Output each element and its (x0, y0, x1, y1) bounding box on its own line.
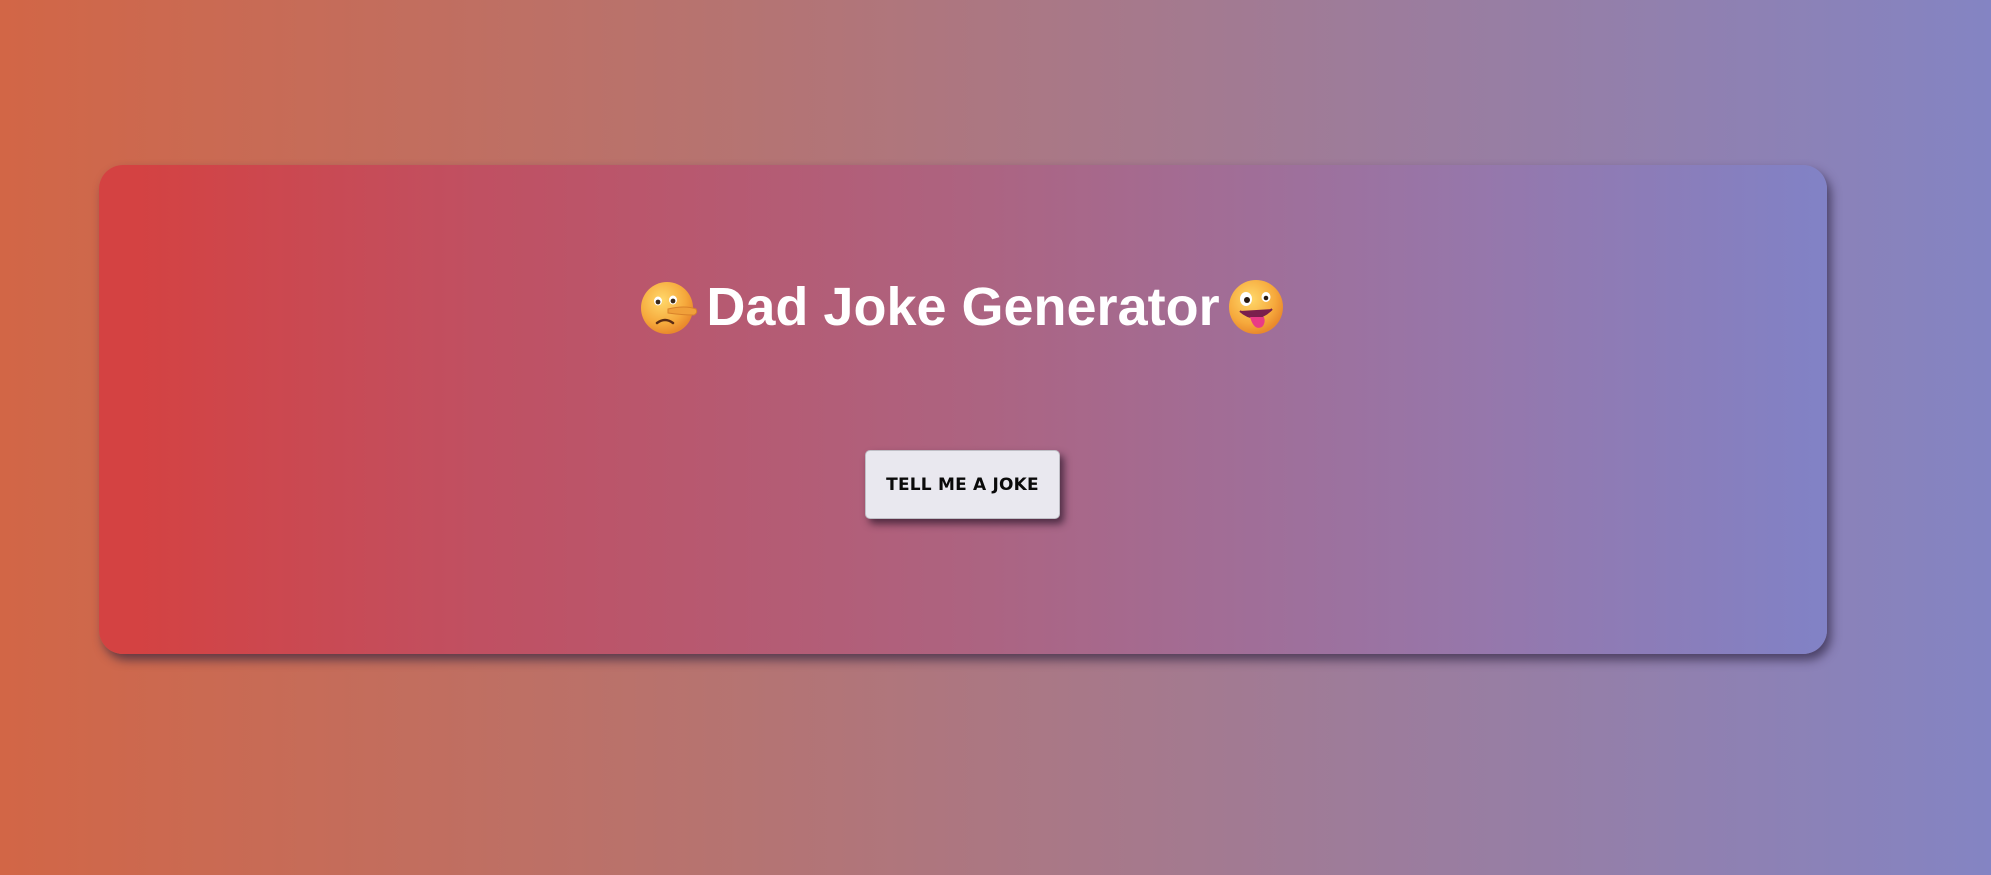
lying-face-icon (640, 277, 700, 337)
joke-card: Dad Joke Generator TELL ME A JOKE (99, 165, 1827, 654)
tell-joke-button[interactable]: TELL ME A JOKE (865, 450, 1060, 519)
title-row: Dad Joke Generator (99, 275, 1827, 339)
zany-face-icon (1226, 277, 1286, 337)
page-title: Dad Joke Generator (706, 277, 1220, 337)
